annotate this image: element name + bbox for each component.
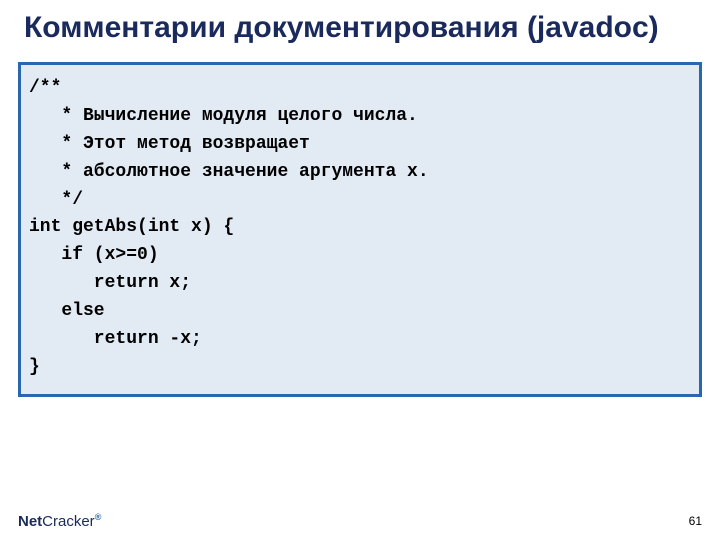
- logo-part1: Net: [18, 513, 42, 530]
- slide-title: Комментарии документирования (javadoc): [0, 0, 720, 52]
- logo: NetCracker®: [18, 512, 101, 530]
- footer: NetCracker® 61: [0, 508, 720, 534]
- code-block: /** * Вычисление модуля целого числа. * …: [18, 62, 702, 397]
- logo-reg: ®: [95, 512, 102, 522]
- logo-part2: Cracker: [42, 513, 95, 530]
- code-content: /** * Вычисление модуля целого числа. * …: [29, 75, 691, 382]
- page-number: 61: [689, 514, 702, 528]
